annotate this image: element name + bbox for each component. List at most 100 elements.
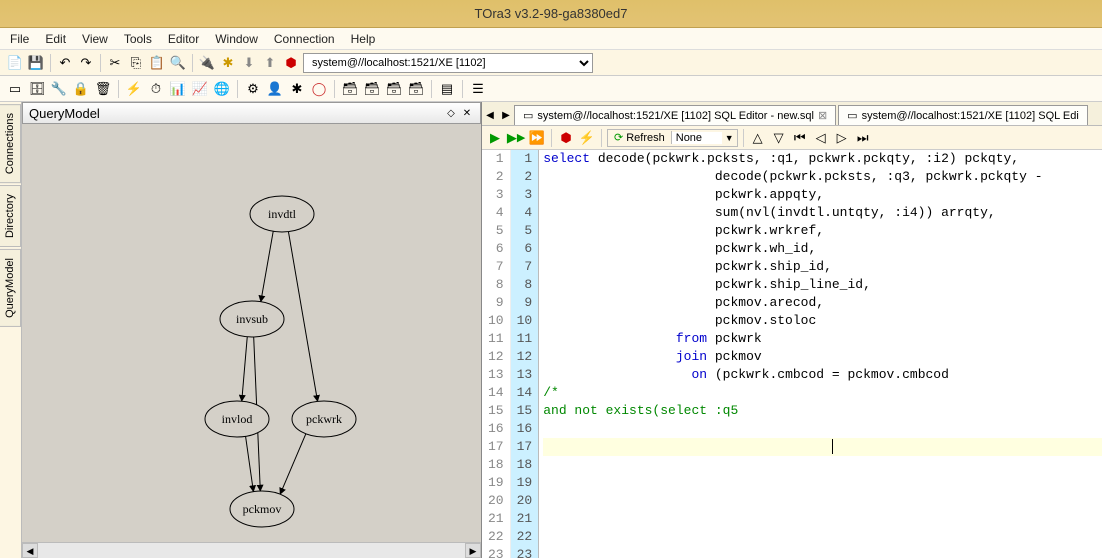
- menu-item[interactable]: Editor: [168, 32, 199, 46]
- new-file-icon[interactable]: 📄: [6, 54, 24, 72]
- flash-icon[interactable]: ⚡: [125, 80, 143, 98]
- db4-icon[interactable]: 🗃: [407, 80, 425, 98]
- last-icon[interactable]: ⏭: [854, 129, 872, 147]
- titlebar: TOra3 v3.2-98-ga8380ed7: [0, 0, 1102, 28]
- stop-icon[interactable]: ⬢: [282, 54, 300, 72]
- side-tab-bar: ConnectionsDirectoryQueryModel: [0, 102, 22, 558]
- svg-text:invlod: invlod: [222, 412, 253, 426]
- lock-icon[interactable]: 🔒: [72, 80, 90, 98]
- next-icon[interactable]: ▷: [833, 129, 851, 147]
- separator: [551, 129, 552, 147]
- redo-icon[interactable]: ↷: [77, 54, 95, 72]
- play-icon[interactable]: ▶: [486, 129, 504, 147]
- editor-tab[interactable]: ▭ system@//localhost:1521/XE [1102] SQL …: [514, 105, 836, 125]
- connection-select[interactable]: system@//localhost:1521/XE [1102]: [303, 53, 593, 73]
- side-tab[interactable]: Connections: [0, 104, 21, 183]
- separator: [192, 54, 193, 72]
- tri-up-icon[interactable]: △: [749, 129, 767, 147]
- db1-icon[interactable]: 🗃: [341, 80, 359, 98]
- tri-down-icon[interactable]: ▽: [770, 129, 788, 147]
- refresh-group[interactable]: ⟳ Refresh None ▼: [607, 129, 738, 147]
- db-tool-icon[interactable]: 🗄: [28, 80, 46, 98]
- panel-header: QueryModel ◇ ✕: [22, 102, 481, 124]
- separator: [334, 80, 335, 98]
- scroll-left-icon[interactable]: ◀: [22, 543, 38, 558]
- save-icon[interactable]: 💾: [27, 54, 45, 72]
- commit-icon[interactable]: ⬇: [240, 54, 258, 72]
- line-gutter-inner: 1234567891011121314151617181920212223: [511, 150, 540, 558]
- play-all-icon[interactable]: ⏩: [528, 129, 546, 147]
- menu-item[interactable]: Edit: [45, 32, 66, 46]
- refresh-button[interactable]: ⟳ Refresh: [608, 131, 672, 144]
- graph-canvas[interactable]: invdtlinvsubinvlodpckwrkpckmov: [22, 124, 481, 542]
- menubar: File Edit View Tools Editor Window Connection H…: [0, 28, 1102, 50]
- menu-item[interactable]: File: [10, 32, 29, 46]
- code-lines[interactable]: select decode(pckwrk.pcksts, :q1, pckwrk…: [539, 150, 1102, 558]
- prev-icon[interactable]: ◁: [812, 129, 830, 147]
- tab-next-icon[interactable]: ▶: [498, 105, 514, 125]
- paste-icon[interactable]: 📋: [148, 54, 166, 72]
- chart2-icon[interactable]: 📈: [191, 80, 209, 98]
- separator: [743, 129, 744, 147]
- sheet-icon[interactable]: ▭: [6, 80, 24, 98]
- refresh-icon: ⟳: [614, 131, 623, 144]
- copy-icon[interactable]: ⎘: [127, 54, 145, 72]
- unplug-icon[interactable]: ✱: [219, 54, 237, 72]
- separator: [601, 129, 602, 147]
- menu-item[interactable]: Window: [215, 32, 258, 46]
- query-model-panel: QueryModel ◇ ✕ invdtlinvsubinvlodpckwrkp…: [22, 102, 482, 558]
- cut-icon[interactable]: ✂: [106, 54, 124, 72]
- editor-tabs: ◀ ▶ ▭ system@//localhost:1521/XE [1102] …: [482, 102, 1102, 126]
- side-tab[interactable]: QueryModel: [0, 249, 21, 327]
- menu-item[interactable]: Connection: [274, 32, 335, 46]
- wrench-icon[interactable]: 🔧: [50, 80, 68, 98]
- flash2-icon[interactable]: ⚡: [578, 129, 596, 147]
- close-icon[interactable]: ✕: [460, 106, 474, 120]
- list-icon[interactable]: ☰: [469, 80, 487, 98]
- svg-text:invsub: invsub: [236, 312, 268, 326]
- globe-icon[interactable]: 🌐: [213, 80, 231, 98]
- window-title: TOra3 v3.2-98-ga8380ed7: [475, 6, 628, 21]
- plug-icon[interactable]: 🔌: [198, 54, 216, 72]
- line-gutter-outer: 1234567891011121314151617181920212223: [482, 150, 511, 558]
- clock-icon[interactable]: ⏱: [147, 80, 165, 98]
- scroll-track[interactable]: [38, 543, 465, 558]
- code-editor[interactable]: 1234567891011121314151617181920212223 12…: [482, 150, 1102, 558]
- db3-icon[interactable]: 🗃: [385, 80, 403, 98]
- toolbar-main: 📄 💾 ↶ ↷ ✂ ⎘ 📋 🔍 🔌 ✱ ⬇ ⬆ ⬢ system@//local…: [0, 50, 1102, 76]
- cog-icon[interactable]: ⚙: [244, 80, 262, 98]
- ring-icon[interactable]: ◯: [310, 80, 328, 98]
- undo-icon[interactable]: ↶: [56, 54, 74, 72]
- first-icon[interactable]: ⏮: [791, 129, 809, 147]
- db2-icon[interactable]: 🗃: [363, 80, 381, 98]
- stop-exec-icon[interactable]: ⬢: [557, 129, 575, 147]
- refresh-value[interactable]: None: [672, 132, 722, 144]
- search-icon[interactable]: 🔍: [169, 54, 187, 72]
- file-icon: ▭: [523, 109, 533, 122]
- trash-icon[interactable]: 🗑: [94, 80, 112, 98]
- toolbar-secondary: ▭ 🗄 🔧 🔒 🗑 ⚡ ⏱ 📊 📈 🌐 ⚙ 👤 ✱ ◯ 🗃 🗃 🗃 🗃 ▤ ☰: [0, 76, 1102, 102]
- panel-title: QueryModel: [29, 106, 100, 121]
- share-icon[interactable]: ✱: [288, 80, 306, 98]
- menu-item[interactable]: View: [82, 32, 108, 46]
- chart-icon[interactable]: 📊: [169, 80, 187, 98]
- separator: [118, 80, 119, 98]
- close-icon[interactable]: ⊠: [818, 109, 827, 122]
- separator: [462, 80, 463, 98]
- tab-prev-icon[interactable]: ◀: [482, 105, 498, 125]
- editor-tab[interactable]: ▭ system@//localhost:1521/XE [1102] SQL …: [838, 105, 1088, 125]
- form-icon[interactable]: ▤: [438, 80, 456, 98]
- rollback-icon[interactable]: ⬆: [261, 54, 279, 72]
- horizontal-scrollbar[interactable]: ◀ ▶: [22, 542, 481, 558]
- menu-item[interactable]: Help: [351, 32, 376, 46]
- scroll-right-icon[interactable]: ▶: [465, 543, 481, 558]
- svg-text:pckmov: pckmov: [243, 502, 282, 516]
- user-icon[interactable]: 👤: [266, 80, 284, 98]
- menu-item[interactable]: Tools: [124, 32, 152, 46]
- detach-icon[interactable]: ◇: [444, 106, 458, 120]
- step-icon[interactable]: ▶▶: [507, 129, 525, 147]
- tab-label: system@//localhost:1521/XE [1102] SQL Ed…: [537, 110, 814, 122]
- separator: [431, 80, 432, 98]
- side-tab[interactable]: Directory: [0, 185, 21, 247]
- chevron-down-icon[interactable]: ▼: [722, 133, 737, 143]
